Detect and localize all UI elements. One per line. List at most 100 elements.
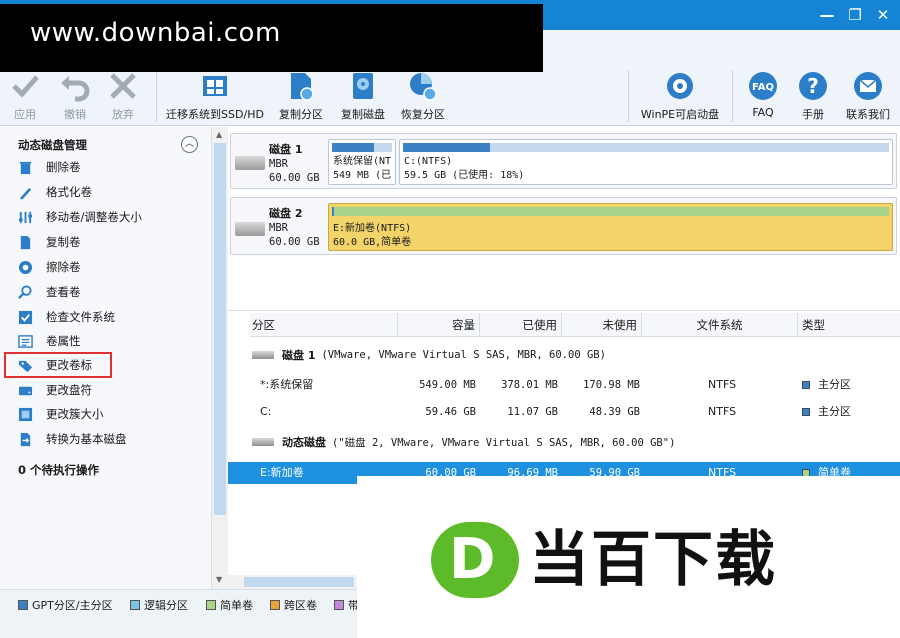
legend-label: 简单卷 (220, 599, 253, 612)
close-button[interactable]: ✕ (872, 4, 894, 26)
hard-disk-icon (235, 222, 265, 236)
pending-operations: 0 个待执行操作 (18, 463, 100, 477)
convert-icon (20, 432, 31, 446)
tag-icon (18, 360, 33, 372)
winpe-bootable-button[interactable]: WinPE可启动盘 (638, 70, 722, 122)
migrate-os-label: 迁移系统到SSD/HD (166, 108, 264, 121)
discard-x-icon (110, 73, 136, 99)
apply-button[interactable]: 应用 (6, 70, 44, 122)
column-capacity[interactable]: 容量 (398, 313, 480, 337)
cell-partition: C: (260, 405, 272, 418)
restore-button[interactable]: ❐ (844, 4, 866, 26)
disk-name: 磁盘 1 (269, 143, 303, 156)
legend-label: 跨区卷 (284, 599, 317, 612)
sidebar-item-volume-properties[interactable]: 卷属性 (18, 331, 81, 351)
svg-text:?: ? (807, 74, 819, 98)
hard-disk-icon (235, 156, 265, 170)
partition-e-simple-volume[interactable]: E:新加卷(NTFS) 60.0 GB,简单卷 (328, 203, 893, 251)
partition-detail: 549 MB (已 (333, 170, 392, 181)
check-icon (18, 310, 33, 324)
cell-partition: *:系统保留 (260, 378, 314, 391)
drive-letter-icon (18, 386, 33, 395)
sidebar-item-change-cluster-size[interactable]: 更改簇大小 (18, 404, 104, 424)
minimize-button[interactable]: — (816, 4, 838, 26)
cell-capacity: 549.00 MB (419, 379, 476, 391)
sidebar-item-view-volume[interactable]: 查看卷 (18, 282, 81, 302)
hard-disk-icon (252, 438, 274, 446)
faq-button[interactable]: FAQ FAQ (742, 70, 784, 119)
cell-filesystem: NTFS (708, 405, 737, 418)
svg-text:FAQ: FAQ (752, 82, 774, 93)
legend-item: 逻辑分区 (130, 597, 188, 613)
table-header: 分区 容量 已使用 未使用 文件系统 类型 (250, 313, 900, 337)
help-question-icon: ? (799, 72, 827, 100)
sidebar-item-convert-basic[interactable]: 转换为基本磁盘 (18, 429, 127, 449)
sidebar-item-label: 检查文件系统 (46, 310, 115, 324)
disk-2-row[interactable]: 磁盘 2 MBR 60.00 GB E:新加卷(NTFS) 60.0 GB,简单卷 (230, 197, 897, 255)
logo-badge-icon: D (431, 522, 519, 598)
pen-icon (19, 187, 32, 199)
watermark-banner: www.downbai.com (0, 4, 543, 72)
undo-icon (61, 76, 90, 102)
column-type[interactable]: 类型 (798, 313, 900, 337)
manual-button[interactable]: ? 手册 (792, 70, 834, 122)
column-partition[interactable]: 分区 (250, 313, 398, 337)
sidebar-item-copy-volume[interactable]: 复制卷 (18, 232, 81, 252)
table-row[interactable]: *:系统保留 549.00 MB 378.01 MB 170.98 MB NTF… (228, 374, 900, 396)
resize-icon (18, 211, 33, 223)
legend-item: 跨区卷 (270, 597, 317, 613)
discard-button[interactable]: 放弃 (104, 70, 142, 122)
cell-used: 378.01 MB (501, 379, 558, 391)
legend-swatch (18, 600, 28, 610)
recover-partition-button[interactable]: 恢复分区 (396, 70, 450, 122)
partition-detail: 59.5 GB (已使用: 18%) (404, 170, 525, 181)
partition-system-reserved[interactable]: 系统保留(NT 549 MB (已 (328, 139, 396, 185)
faq-icon: FAQ (749, 72, 777, 100)
sidebar-item-label: 卷属性 (46, 334, 81, 348)
legend-swatch (270, 600, 280, 610)
sidebar-item-format-volume[interactable]: 格式化卷 (18, 182, 92, 202)
column-free[interactable]: 未使用 (562, 313, 642, 337)
cell-type: 主分区 (802, 374, 851, 396)
table-row[interactable]: C: 59.46 GB 11.07 GB 48.39 GB NTFS 主分区 (228, 401, 900, 423)
left-panel-scrollbar[interactable]: ▲ ▼ (212, 127, 228, 589)
copy-disk-button[interactable]: 复制磁盘 (336, 70, 390, 122)
copy-partition-label: 复制分区 (279, 108, 323, 121)
column-filesystem[interactable]: 文件系统 (642, 313, 798, 337)
disk-group-header: 动态磁盘 ("磁盘 2, VMware, VMware Virtual S SA… (252, 432, 675, 452)
sidebar-item-resize-volume[interactable]: 移动卷/调整卷大小 (18, 207, 142, 227)
cluster-icon (18, 407, 33, 421)
sidebar-item-change-volume-label[interactable]: 更改卷标 (4, 352, 112, 378)
mail-icon (854, 72, 882, 100)
sidebar-item-change-drive-letter[interactable]: 更改盘符 (18, 380, 92, 400)
cell-used: 11.07 GB (507, 406, 558, 418)
cell-partition: E:新加卷 (260, 466, 304, 479)
column-used[interactable]: 已使用 (480, 313, 562, 337)
disk-1-row[interactable]: 磁盘 1 MBR 60.00 GB 系统保留(NT 549 MB (已 C:(NT… (230, 133, 897, 189)
group-desc: (VMware, VMware Virtual S SAS, MBR, 60.0… (321, 349, 606, 361)
cell-free: 170.98 MB (583, 379, 640, 391)
scrollbar-thumb[interactable] (244, 577, 354, 587)
migrate-os-button[interactable]: 迁移系统到SSD/HD (166, 70, 264, 122)
disk-2-info: 磁盘 2 MBR 60.00 GB (269, 207, 320, 249)
contact-button[interactable]: 联系我们 (842, 70, 894, 122)
disk-name: 磁盘 2 (269, 207, 303, 220)
primary-partition-swatch (802, 408, 810, 416)
logo-letter: D (449, 527, 496, 592)
collapse-chevron-icon[interactable]: ︿ (181, 136, 198, 153)
partition-label: E:新加卷(NTFS) (333, 223, 412, 234)
scrollbar-thumb[interactable] (214, 143, 226, 515)
copy-disk-icon (353, 73, 373, 99)
group-name: 磁盘 1 (282, 349, 316, 362)
partition-label: C:(NTFS) (404, 156, 453, 167)
undo-button[interactable]: 撤销 (56, 70, 94, 122)
copy-partition-button[interactable]: 复制分区 (274, 70, 328, 122)
toolbar-separator (628, 70, 629, 122)
sidebar-item-wipe-volume[interactable]: 擦除卷 (18, 257, 81, 277)
legend-swatch (334, 600, 344, 610)
primary-partition-swatch (802, 381, 810, 389)
sidebar-item-delete-volume[interactable]: 删除卷 (18, 157, 81, 177)
sidebar-item-check-filesystem[interactable]: 检查文件系统 (18, 307, 115, 327)
partition-c[interactable]: C:(NTFS) 59.5 GB (已使用: 18%) (399, 139, 893, 185)
sidebar-item-label: 擦除卷 (46, 260, 81, 274)
